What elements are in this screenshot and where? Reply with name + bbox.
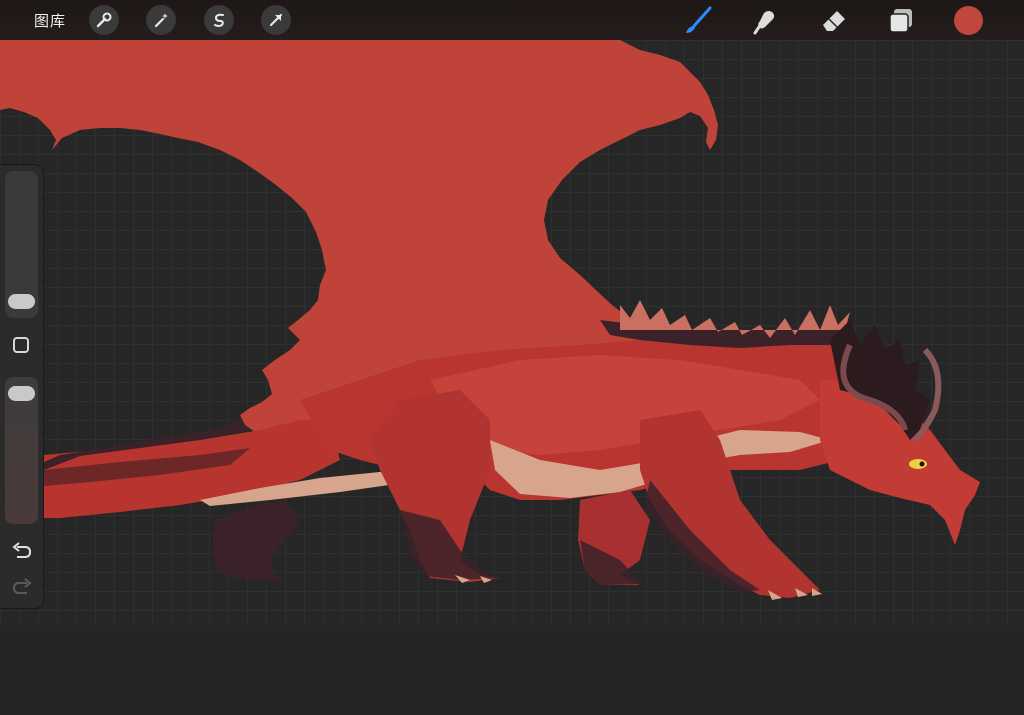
undo-icon[interactable] xyxy=(11,542,33,562)
smudge-icon[interactable] xyxy=(751,5,781,35)
square-modify-icon[interactable] xyxy=(13,337,29,353)
dragon-artwork xyxy=(0,40,980,600)
eraser-icon[interactable] xyxy=(819,5,849,35)
brush-icon[interactable] xyxy=(683,5,713,35)
opacity-handle[interactable] xyxy=(8,386,35,402)
left-sidebar xyxy=(0,165,43,608)
redo-icon[interactable] xyxy=(11,578,33,598)
top-toolbar: 图库 xyxy=(0,0,1024,40)
transform-arrow-icon[interactable] xyxy=(261,5,291,35)
layers-icon[interactable] xyxy=(886,5,916,35)
wrench-icon[interactable] xyxy=(89,5,119,35)
opacity-slider[interactable] xyxy=(5,377,38,524)
color-picker-swatch[interactable] xyxy=(954,6,983,35)
brush-size-slider[interactable] xyxy=(5,171,38,318)
magic-wand-icon[interactable] xyxy=(146,5,176,35)
brush-size-handle[interactable] xyxy=(8,293,35,309)
gallery-button[interactable]: 图库 xyxy=(34,10,66,31)
selection-s-icon[interactable] xyxy=(204,5,234,35)
